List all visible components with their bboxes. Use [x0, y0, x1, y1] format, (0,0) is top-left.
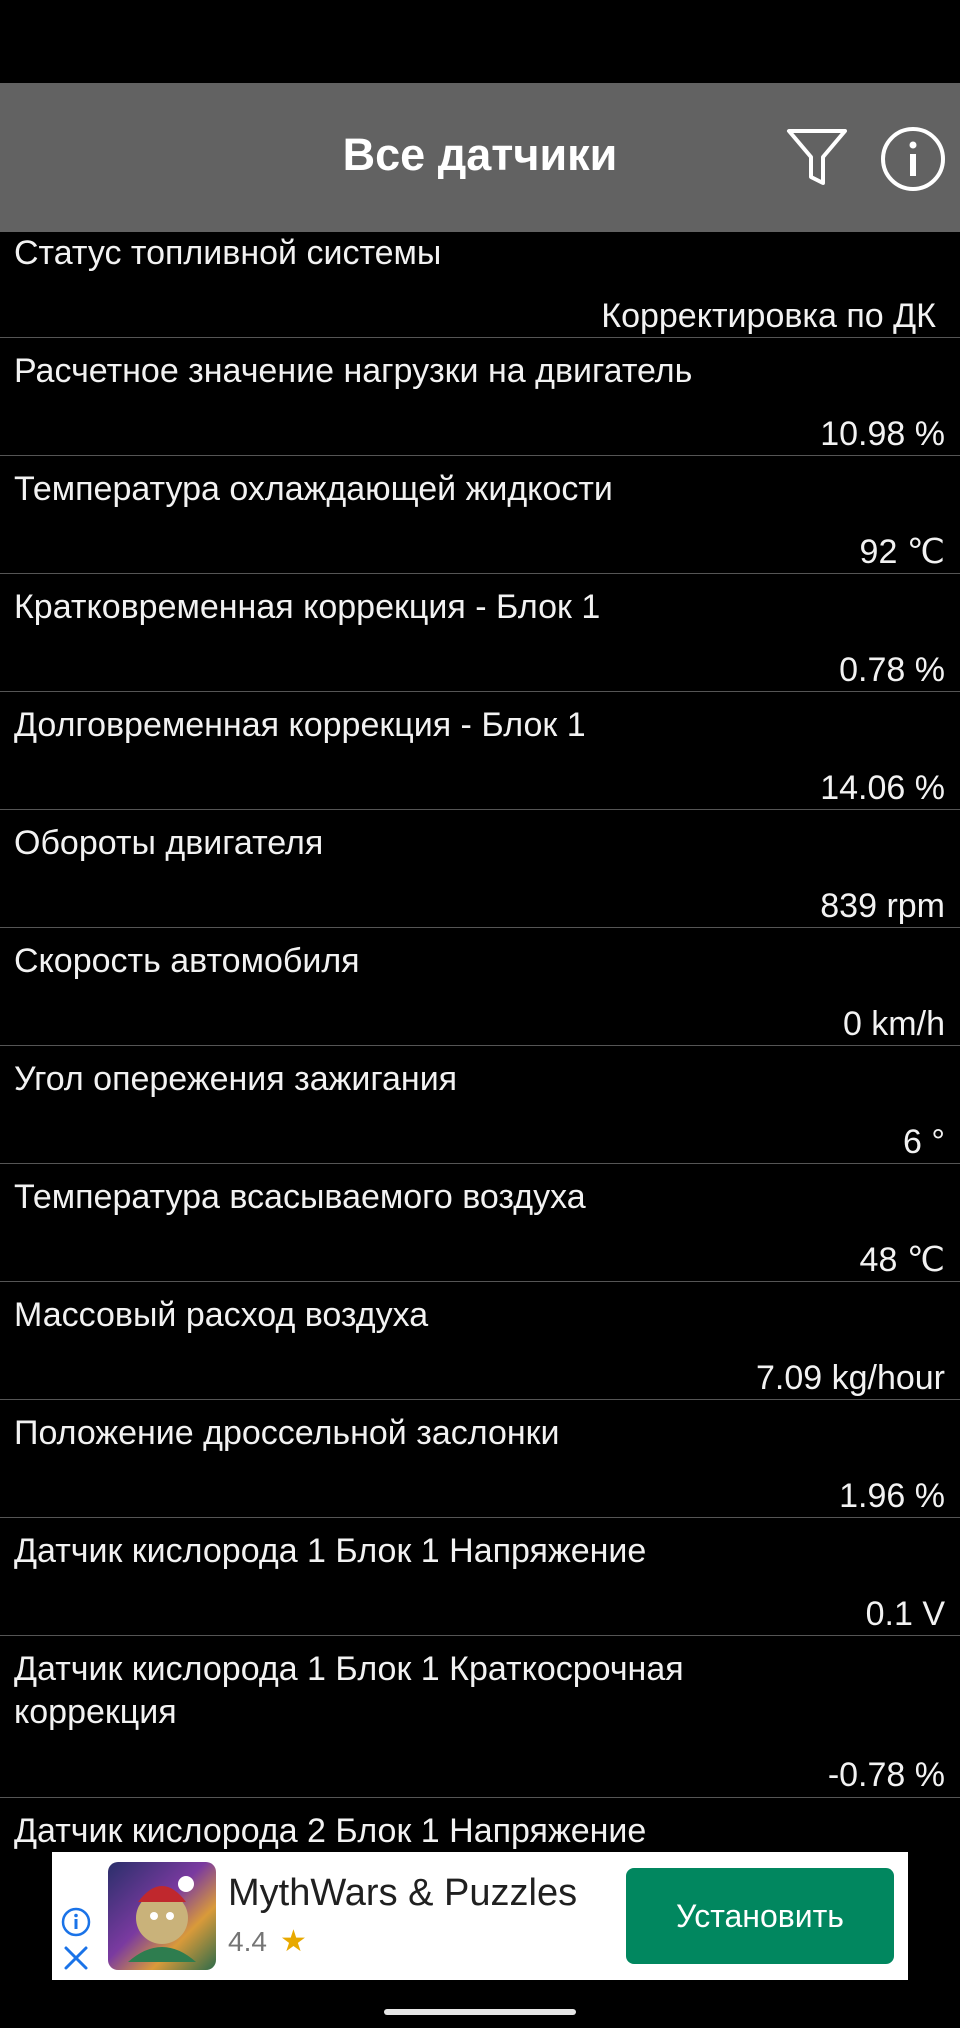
- sensor-row: Долговременная коррекция - Блок 1 14.06 …: [0, 692, 960, 810]
- sensor-value: 0.78 %: [839, 651, 945, 689]
- sensor-value: 0 km/h: [842, 1005, 945, 1043]
- ad-rating: 4.4: [228, 1926, 267, 1957]
- status-bar: [0, 0, 960, 83]
- sensor-label: Датчик кислорода 2 Блок 1 Напряжение: [14, 1812, 647, 1850]
- info-icon[interactable]: [880, 126, 946, 192]
- ad-close-icon[interactable]: [60, 1942, 92, 1974]
- sensor-value: 839 rpm: [820, 887, 945, 925]
- sensor-label: Датчик кислорода 1 Блок 1 Краткосрочная …: [14, 1650, 684, 1731]
- ad-banner[interactable]: MythWars & Puzzles 4.4 ★ Установить: [52, 1852, 908, 1980]
- navigation-bar: [0, 1980, 960, 2028]
- app-bar: Все датчики: [0, 83, 960, 232]
- sensor-label: Массовый расход воздуха: [14, 1296, 429, 1334]
- sensor-value: 0.1 V: [865, 1595, 945, 1633]
- sensor-row: Температура охлаждающей жидкости 92 ℃: [0, 456, 960, 574]
- install-button[interactable]: Установить: [626, 1868, 894, 1964]
- sensor-row: Датчик кислорода 1 Блок 1 Краткосрочная …: [0, 1636, 960, 1798]
- sensor-value: -0.78 %: [827, 1756, 945, 1794]
- sensor-value: Корректировка по ДК: [601, 297, 936, 335]
- sensor-label: Долговременная коррекция - Блок 1: [14, 706, 586, 744]
- sensor-label: Датчик кислорода 1 Блок 1 Напряжение: [14, 1532, 647, 1570]
- ad-info-icon[interactable]: [60, 1906, 92, 1938]
- sensor-row: Статус топливной системы Корректировка п…: [0, 232, 960, 338]
- sensor-row: Скорость автомобиля 0 km/h: [0, 928, 960, 1046]
- sensor-row: Датчик кислорода 2 Блок 1 Напряжение: [0, 1798, 960, 1850]
- sensor-value: 14.06 %: [820, 769, 945, 807]
- sensor-label: Скорость автомобиля: [14, 942, 360, 980]
- sensor-row: Кратковременная коррекция - Блок 1 0.78 …: [0, 574, 960, 692]
- home-gesture-handle[interactable]: [384, 2009, 576, 2015]
- filter-icon[interactable]: [785, 125, 849, 191]
- sensor-row: Массовый расход воздуха 7.09 kg/hour: [0, 1282, 960, 1400]
- sensor-label: Статус топливной системы: [14, 234, 442, 272]
- sensor-value: 10.98 %: [820, 415, 945, 453]
- star-icon: ★: [280, 1925, 307, 1958]
- sensor-label: Положение дроссельной заслонки: [14, 1414, 560, 1452]
- ad-app-name[interactable]: MythWars & Puzzles: [228, 1872, 577, 1915]
- sensor-label: Расчетное значение нагрузки на двигатель: [14, 352, 693, 390]
- sensor-value: 6 °: [903, 1123, 945, 1161]
- sensor-label: Температура охлаждающей жидкости: [14, 470, 613, 508]
- sensor-value: 92 ℃: [859, 533, 945, 571]
- sensor-label: Угол опережения зажигания: [14, 1060, 458, 1098]
- sensor-value: 1.96 %: [839, 1477, 945, 1515]
- sensor-row: Обороты двигателя 839 rpm: [0, 810, 960, 928]
- sensor-row: Температура всасываемого воздуха 48 ℃: [0, 1164, 960, 1282]
- app-icon[interactable]: [108, 1862, 216, 1970]
- sensor-label: Температура всасываемого воздуха: [14, 1178, 586, 1216]
- sensor-row: Угол опережения зажигания 6 °: [0, 1046, 960, 1164]
- sensor-row: Расчетное значение нагрузки на двигатель…: [0, 338, 960, 456]
- sensor-value: 7.09 kg/hour: [755, 1359, 945, 1397]
- sensor-label: Кратковременная коррекция - Блок 1: [14, 588, 601, 626]
- sensor-list[interactable]: Статус топливной системы Корректировка п…: [0, 232, 960, 1850]
- sensor-value: 48 ℃: [859, 1241, 945, 1279]
- sensor-row: Датчик кислорода 1 Блок 1 Напряжение 0.1…: [0, 1518, 960, 1636]
- sensor-label: Обороты двигателя: [14, 824, 324, 862]
- sensor-row: Положение дроссельной заслонки 1.96 %: [0, 1400, 960, 1518]
